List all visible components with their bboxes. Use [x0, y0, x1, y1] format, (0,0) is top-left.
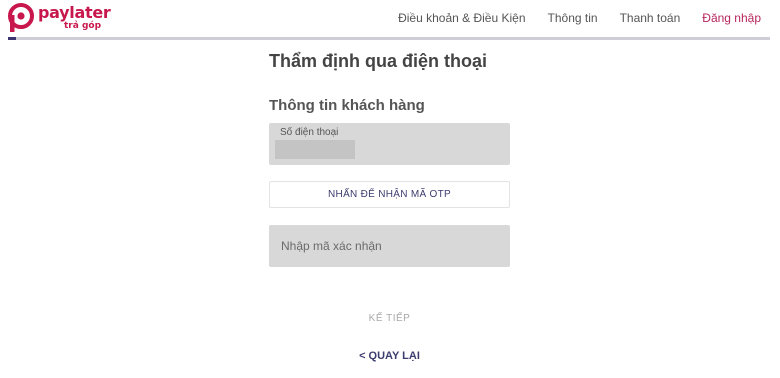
back-link[interactable]: < QUAY LẠI — [269, 350, 510, 362]
get-otp-button[interactable]: NHẤN ĐỂ NHẬN MÃ OTP — [269, 181, 510, 208]
nav-login-link[interactable]: Đăng nhập — [702, 11, 761, 25]
section-title: Thông tin khách hàng — [269, 97, 425, 114]
logo-wordmark: paylater trả góp — [38, 3, 111, 35]
next-button[interactable]: KẾ TIẾP — [269, 311, 510, 325]
progress-bar — [8, 37, 770, 40]
page-title: Thẩm định qua điện thoại — [269, 51, 487, 71]
verification-code-input[interactable] — [269, 225, 510, 267]
logo-tagline: trả góp — [64, 21, 102, 31]
progress-bar-fill — [8, 37, 16, 40]
header: paylater trả góp Điều khoản & Điều Kiện … — [0, 0, 780, 38]
nav-payment-link[interactable]: Thanh toán — [620, 11, 681, 25]
phone-number-redacted-value — [275, 140, 355, 159]
paylater-logo[interactable]: paylater trả góp — [8, 3, 111, 35]
phone-number-field[interactable]: Số điện thoại — [269, 123, 510, 165]
phone-number-label: Số điện thoại — [280, 127, 339, 138]
paylater-logo-icon — [8, 3, 34, 32]
main-nav: Điều khoản & Điều Kiện Thông tin Thanh t… — [398, 11, 761, 25]
nav-info-link[interactable]: Thông tin — [548, 11, 598, 25]
logo-name: paylater — [38, 3, 111, 22]
nav-terms-link[interactable]: Điều khoản & Điều Kiện — [398, 11, 525, 25]
